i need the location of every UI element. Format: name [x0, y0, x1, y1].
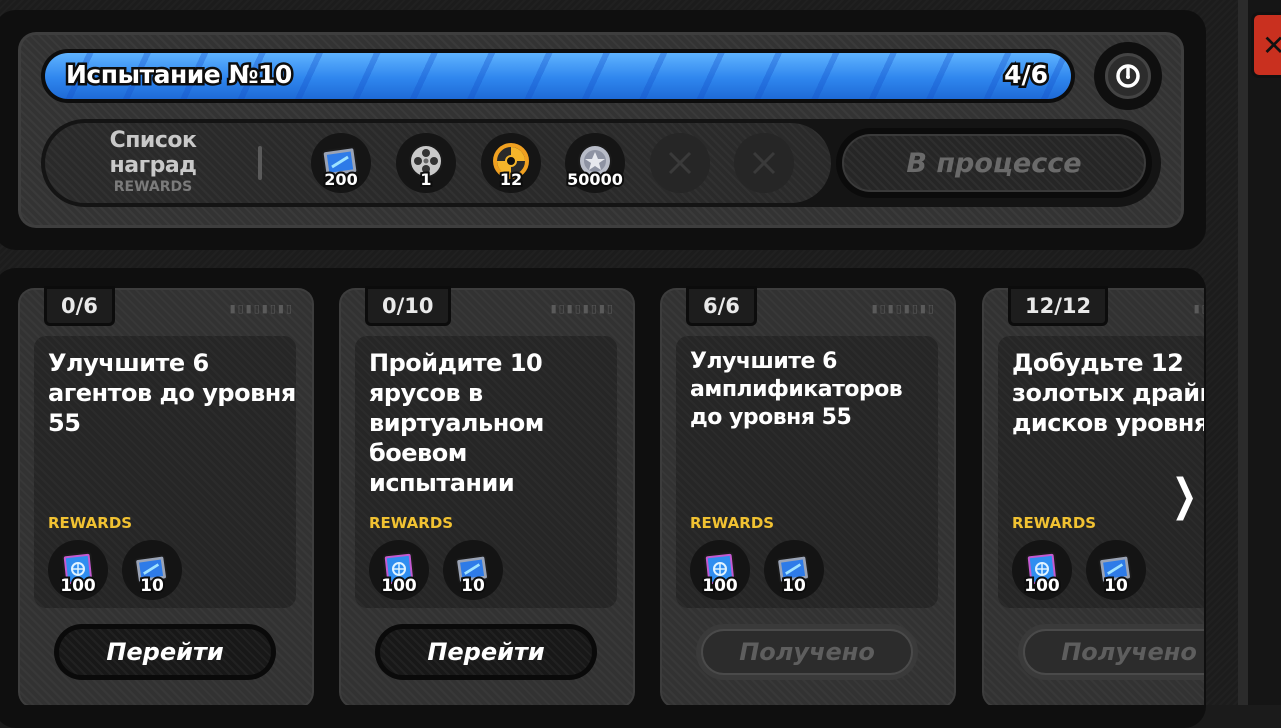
challenge-status-button[interactable]: В процессе	[836, 128, 1152, 198]
info-button[interactable]	[1094, 42, 1162, 110]
received-button: Получено	[1018, 624, 1204, 680]
brand-mark: ▮▯▮▯▮▯▮▯	[229, 302, 294, 315]
task-reward-item[interactable]: 10	[764, 540, 824, 600]
task-title: Добудьте 12 золотых драйв-дисков уровня …	[1012, 349, 1204, 437]
task-card: 0/6 ▮▯▮▯▮▯▮▯ Улучшите 6 агентов до уровн…	[18, 286, 314, 705]
task-progress: 12/12	[1008, 286, 1109, 326]
task-body: Улучшите 6 амплификаторов до уровня 55 R…	[676, 336, 938, 608]
side-panel	[1248, 0, 1281, 705]
reward-slot-empty	[734, 133, 794, 193]
task-title: Улучшите 6 агентов до уровня 55	[48, 349, 296, 437]
task-reward-count: 100	[1022, 574, 1061, 598]
task-rewards-label: REWARDS	[1012, 514, 1097, 532]
task-title: Улучшите 6 амплификаторов до уровня 55	[690, 349, 903, 430]
task-card: 0/10 ▮▯▮▯▮▯▮▯ Пройдите 10 ярусов в вирту…	[339, 286, 635, 705]
task-progress: 0/10	[365, 286, 451, 326]
received-button: Получено	[696, 624, 918, 680]
task-progress: 0/6	[44, 286, 115, 326]
brand-mark: ▮▯▮▯▮▯▮▯	[871, 302, 936, 315]
rewards-list-subtitle: REWARDS	[113, 179, 193, 195]
go-button[interactable]: Перейти	[54, 624, 276, 680]
rewards-list-label: Список наград REWARDS	[88, 128, 218, 196]
task-reward-item[interactable]: 10	[443, 540, 503, 600]
go-button[interactable]: Перейти	[375, 624, 597, 680]
locked-slot-icon	[668, 151, 692, 175]
task-card: 6/6 ▮▯▮▯▮▯▮▯ Улучшите 6 амплификаторов д…	[660, 286, 956, 705]
reward-count: 12	[498, 168, 524, 191]
reward-item[interactable]: 50000	[565, 133, 625, 193]
reward-slot-empty	[650, 133, 710, 193]
task-reward-count: 100	[58, 574, 97, 598]
divider	[258, 146, 262, 180]
task-reward-count: 10	[459, 574, 487, 598]
go-button-label: Перейти	[59, 629, 271, 675]
task-rewards-label: REWARDS	[48, 514, 133, 532]
clock-icon	[1105, 53, 1151, 99]
reward-item[interactable]: 1	[396, 133, 456, 193]
task-rewards-label: REWARDS	[690, 514, 775, 532]
task-reward-count: 10	[780, 574, 808, 598]
task-body: Улучшите 6 агентов до уровня 55 REWARDS …	[34, 336, 296, 608]
reward-count: 50000	[565, 168, 625, 191]
task-reward-count: 100	[700, 574, 739, 598]
next-page-arrow-icon[interactable]: ❯	[1172, 470, 1198, 521]
brand-mark: ▮▯▮▯▮▯▮▯	[1193, 302, 1204, 315]
task-reward-item[interactable]: 100	[690, 540, 750, 600]
side-divider	[1238, 0, 1248, 705]
reward-count: 1	[418, 168, 433, 191]
task-reward-item[interactable]: 100	[369, 540, 429, 600]
reward-count: 200	[322, 168, 359, 191]
close-button[interactable]: ✕	[1251, 12, 1281, 78]
brand-mark: ▮▯▮▯▮▯▮▯	[550, 302, 615, 315]
received-button-label: Получено	[701, 629, 913, 675]
task-reward-count: 10	[138, 574, 166, 598]
tasks-carousel: 0/6 ▮▯▮▯▮▯▮▯ Улучшите 6 агентов до уровн…	[0, 268, 1204, 705]
challenge-status-label: В процессе	[842, 134, 1146, 192]
locked-slot-icon	[752, 151, 776, 175]
task-reward-item[interactable]: 100	[48, 540, 108, 600]
task-reward-item[interactable]: 100	[1012, 540, 1072, 600]
task-title: Пройдите 10 ярусов в виртуальном боевом …	[369, 349, 544, 497]
task-body: Пройдите 10 ярусов в виртуальном боевом …	[355, 336, 617, 608]
close-icon: ✕	[1262, 28, 1281, 62]
reward-item[interactable]: 12	[481, 133, 541, 193]
challenge-title: Испытание №10	[64, 58, 295, 92]
task-reward-item[interactable]: 10	[122, 540, 182, 600]
rewards-list-title: Список наград	[109, 128, 197, 178]
reward-item[interactable]: 200	[311, 133, 371, 193]
task-rewards-label: REWARDS	[369, 514, 454, 532]
received-button-label: Получено	[1023, 629, 1204, 675]
go-button-label: Перейти	[380, 629, 592, 675]
task-reward-count: 100	[379, 574, 418, 598]
task-reward-item[interactable]: 10	[1086, 540, 1146, 600]
task-reward-count: 10	[1102, 574, 1130, 598]
challenge-progress-count: 4/6	[1002, 58, 1051, 92]
task-progress: 6/6	[686, 286, 757, 326]
